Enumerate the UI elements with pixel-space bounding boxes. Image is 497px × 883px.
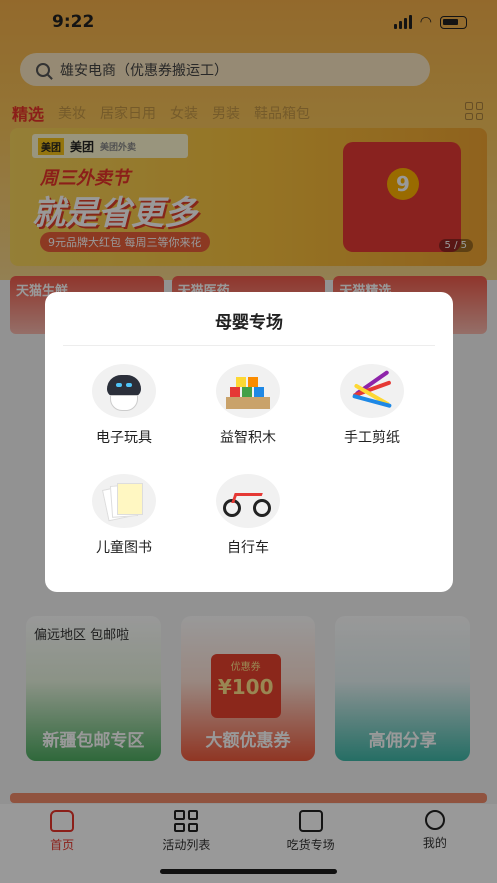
category-childrens-books[interactable]: 儿童图书 xyxy=(62,474,186,557)
children-book-icon xyxy=(101,479,147,523)
home-indicator xyxy=(160,869,337,874)
modal-divider xyxy=(63,345,435,346)
category-building-blocks[interactable]: 益智积木 xyxy=(186,364,310,447)
category-modal: 母婴专场 电子玩具 益智积木 手工剪纸 儿童图书 自行车 xyxy=(45,292,453,592)
category-paper-craft[interactable]: 手工剪纸 xyxy=(310,364,434,447)
robot-toy-icon xyxy=(105,371,143,411)
bicycle-icon xyxy=(221,483,275,519)
category-bicycle[interactable]: 自行车 xyxy=(186,474,310,557)
modal-title: 母婴专场 xyxy=(215,313,283,333)
category-label: 儿童图书 xyxy=(96,540,152,556)
category-label: 自行车 xyxy=(227,540,269,556)
category-label: 手工剪纸 xyxy=(344,430,400,446)
building-blocks-icon xyxy=(224,373,272,409)
scissors-paper-icon xyxy=(349,369,395,413)
category-label: 益智积木 xyxy=(220,430,276,446)
category-electronic-toys[interactable]: 电子玩具 xyxy=(62,364,186,447)
category-label: 电子玩具 xyxy=(96,430,152,446)
